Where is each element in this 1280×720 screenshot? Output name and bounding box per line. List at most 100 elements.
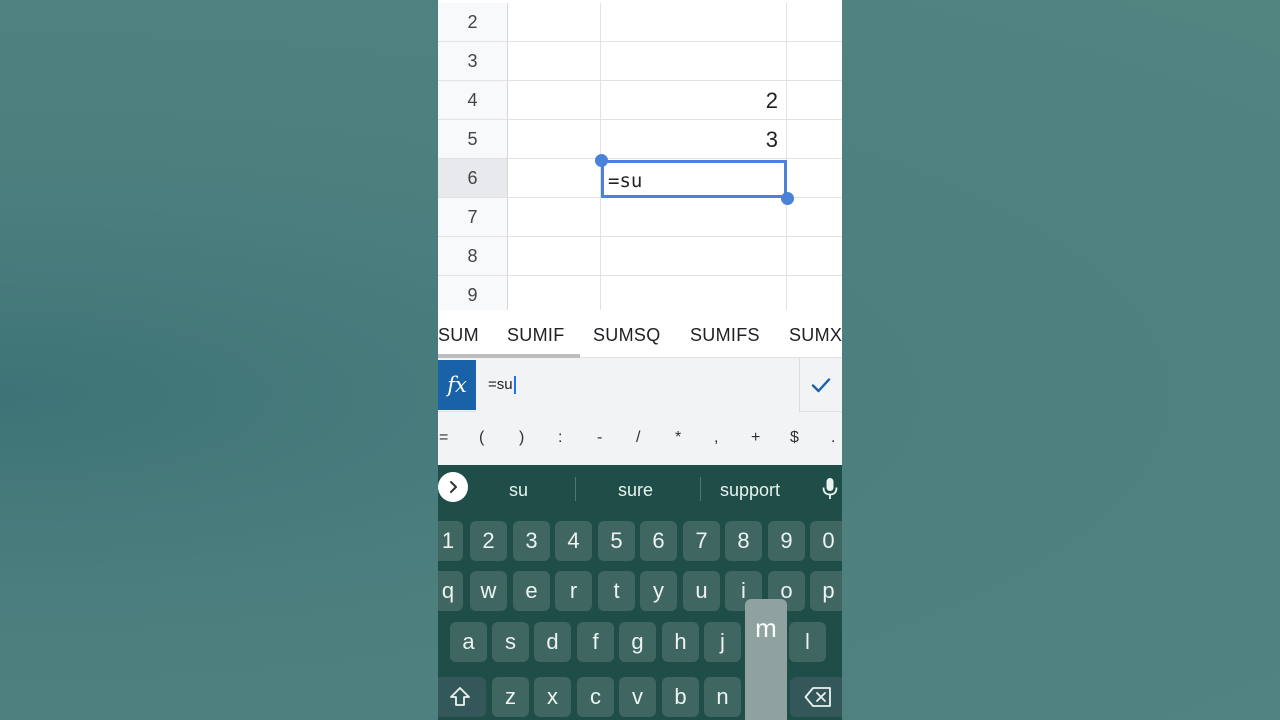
symbol-key[interactable]: + [751, 429, 760, 447]
cell[interactable] [787, 42, 842, 80]
cell[interactable] [508, 198, 601, 236]
suggestion-sumx[interactable]: SUMX [789, 325, 842, 346]
spreadsheet-grid: 2 3 4 2 5 3 6 7 8 9 =su [438, 0, 842, 315]
key-b[interactable]: b [662, 677, 699, 717]
shift-key[interactable] [438, 677, 486, 717]
key-l[interactable]: l [789, 622, 826, 662]
suggestion-sumifs[interactable]: SUMIFS [690, 325, 760, 346]
key-7[interactable]: 7 [683, 521, 720, 561]
active-cell-editor[interactable]: =su [601, 160, 787, 198]
cell[interactable]: 2 [601, 81, 787, 119]
key-u[interactable]: u [683, 571, 720, 611]
row-number[interactable]: 6 [438, 159, 508, 197]
formula-bar: fx =su [438, 358, 842, 412]
confirm-button[interactable] [799, 358, 842, 412]
symbol-key[interactable]: . [831, 429, 835, 447]
formula-text: =su [488, 376, 513, 393]
cell[interactable] [508, 81, 601, 119]
backspace-key[interactable] [790, 677, 842, 717]
row-number[interactable]: 3 [438, 42, 508, 80]
key-2[interactable]: 2 [470, 521, 507, 561]
cell[interactable] [787, 3, 842, 41]
symbol-key[interactable]: : [558, 429, 562, 447]
key-4[interactable]: 4 [555, 521, 592, 561]
symbol-key[interactable]: , [714, 429, 718, 447]
symbol-key[interactable]: - [597, 429, 602, 447]
selection-handle-top-left[interactable] [595, 154, 608, 167]
key-z[interactable]: z [492, 677, 529, 717]
backspace-icon [804, 687, 831, 707]
cell[interactable] [601, 237, 787, 275]
fx-icon[interactable]: fx [438, 360, 476, 410]
key-j[interactable]: j [704, 622, 741, 662]
divider [700, 477, 701, 501]
cell[interactable] [787, 81, 842, 119]
cell[interactable]: 3 [601, 120, 787, 158]
key-g[interactable]: g [619, 622, 656, 662]
row-number[interactable]: 2 [438, 3, 508, 41]
row-number[interactable]: 4 [438, 81, 508, 119]
key-w[interactable]: w [470, 571, 507, 611]
cell[interactable] [787, 237, 842, 275]
shift-icon [450, 687, 470, 706]
cell[interactable] [508, 159, 601, 197]
suggestion-sumsq[interactable]: SUMSQ [593, 325, 661, 346]
cell[interactable] [508, 120, 601, 158]
key-6[interactable]: 6 [640, 521, 677, 561]
key-v[interactable]: v [619, 677, 656, 717]
row-number[interactable]: 5 [438, 120, 508, 158]
prediction-word[interactable]: support [720, 480, 780, 501]
cell[interactable] [508, 3, 601, 41]
formula-input[interactable]: =su [476, 358, 799, 412]
key-c[interactable]: c [577, 677, 614, 717]
phone-screen: 2 3 4 2 5 3 6 7 8 9 =su SUM SUMIF SUMSQ … [438, 0, 842, 720]
chevron-right-icon [450, 481, 457, 493]
prediction-word[interactable]: su [509, 480, 528, 501]
suggestion-sumif[interactable]: SUMIF [507, 325, 565, 346]
key-y[interactable]: y [640, 571, 677, 611]
symbol-key[interactable]: / [636, 429, 640, 447]
key-0[interactable]: 0 [810, 521, 842, 561]
key-3[interactable]: 3 [513, 521, 550, 561]
selection-handle-bottom-right[interactable] [781, 192, 794, 205]
key-1[interactable]: 1 [438, 521, 463, 561]
key-x[interactable]: x [534, 677, 571, 717]
cell[interactable] [508, 42, 601, 80]
cell[interactable] [787, 159, 842, 197]
symbol-bar: = ( ) : - / * , + $ . [438, 412, 842, 465]
symbol-key[interactable]: = [439, 429, 448, 447]
cell[interactable] [601, 198, 787, 236]
mic-icon[interactable] [822, 477, 838, 501]
prediction-word[interactable]: sure [618, 480, 653, 501]
symbol-key[interactable]: $ [790, 429, 799, 447]
symbol-key[interactable]: * [675, 429, 681, 447]
symbol-key[interactable]: ) [519, 429, 524, 447]
key-h[interactable]: h [662, 622, 699, 662]
key-t[interactable]: t [598, 571, 635, 611]
suggestion-sum[interactable]: SUM [438, 325, 479, 346]
key-d[interactable]: d [534, 622, 571, 662]
key-f[interactable]: f [577, 622, 614, 662]
key-n[interactable]: n [704, 677, 741, 717]
divider [575, 477, 576, 501]
cell[interactable] [601, 3, 787, 41]
symbol-key[interactable]: ( [479, 429, 484, 447]
expand-toolbar-button[interactable] [438, 472, 468, 502]
cell[interactable] [508, 237, 601, 275]
row-number[interactable]: 7 [438, 198, 508, 236]
key-a[interactable]: a [450, 622, 487, 662]
cell[interactable] [787, 120, 842, 158]
cell[interactable] [601, 42, 787, 80]
sheet-row: 3 [438, 42, 842, 81]
key-9[interactable]: 9 [768, 521, 805, 561]
key-p[interactable]: p [810, 571, 842, 611]
key-e[interactable]: e [513, 571, 550, 611]
key-s[interactable]: s [492, 622, 529, 662]
key-5[interactable]: 5 [598, 521, 635, 561]
key-r[interactable]: r [555, 571, 592, 611]
key-q[interactable]: q [438, 571, 463, 611]
row-number[interactable]: 8 [438, 237, 508, 275]
cell[interactable] [787, 198, 842, 236]
key-8[interactable]: 8 [725, 521, 762, 561]
key-press-popup-m: m [745, 599, 787, 720]
